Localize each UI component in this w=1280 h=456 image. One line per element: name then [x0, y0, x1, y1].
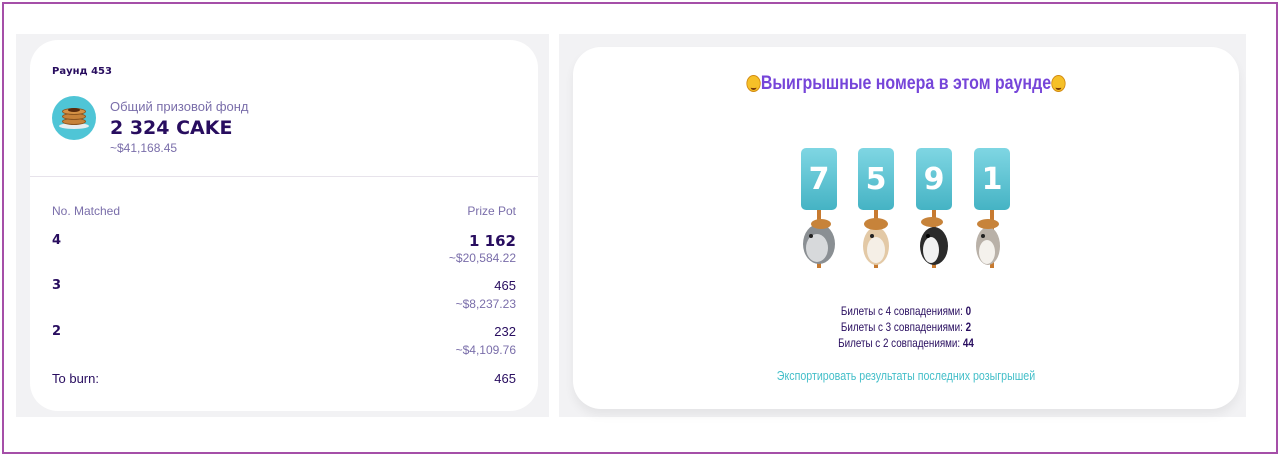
winning-numbers-title: Выигрышные номера в этом раунде	[760, 73, 1052, 94]
column-header-matched: No. Matched	[52, 204, 121, 218]
burn-value: 465	[494, 371, 516, 386]
prize-value-2: 232	[494, 324, 516, 339]
total-prize-pool-value: 2 324 CAKE	[110, 117, 233, 139]
winning-number-3: 9	[916, 148, 952, 210]
matched-count-3: 3	[52, 278, 62, 293]
bunny-mascot-icon	[976, 219, 1000, 265]
stat-label: Билеты с 2 совпадениями:	[838, 336, 963, 350]
winning-number-ticket: 5	[858, 148, 894, 270]
stat-label: Билеты с 4 совпадениями:	[840, 304, 966, 318]
divider	[30, 176, 538, 177]
match-stats: Билеты с 4 совпадениями: 0 Билеты с 3 со…	[573, 303, 1239, 351]
winning-number-1: 7	[801, 148, 837, 210]
prize-pool-card: Раунд 453 Общий призовой фонд 2 324 CAKE…	[30, 40, 538, 411]
stat-label: Билеты с 3 совпадениями:	[840, 320, 966, 334]
bunny-mascot-icon	[920, 217, 948, 265]
export-results-link[interactable]: Экспортировать результаты последних розы…	[633, 368, 1179, 383]
stat-line: Билеты с 2 совпадениями: 44	[633, 335, 1179, 351]
bunny-mascot-icon	[863, 218, 889, 265]
total-prize-pool-usd: ~$41,168.45	[110, 141, 178, 155]
stat-line: Билеты с 3 совпадениями: 2	[633, 319, 1179, 335]
winning-numbers-panel: Выигрышные номера в этом раунде 7 5 9 1 …	[559, 34, 1246, 417]
party-face-icon	[1051, 75, 1066, 92]
party-face-icon	[746, 75, 761, 92]
prize-usd-2: ~$4,109.76	[455, 343, 516, 357]
stat-value: 44	[962, 336, 974, 350]
prize-value-3: 465	[494, 278, 516, 293]
round-label: Раунд 453	[52, 66, 112, 77]
total-prize-pool-label: Общий призовой фонд	[110, 99, 249, 114]
winning-number-2: 5	[858, 148, 894, 210]
bunny-mascot-icon	[803, 219, 835, 264]
winning-number-4: 1	[974, 148, 1010, 210]
matched-count-4: 4	[52, 233, 62, 248]
prize-value-4: 1 162	[469, 232, 516, 250]
stat-line: Билеты с 4 совпадениями: 0	[633, 303, 1179, 319]
winning-numbers-heading: Выигрышные номера в этом раунде	[626, 73, 1185, 95]
cake-icon	[52, 96, 96, 140]
stat-value: 2	[965, 320, 972, 334]
prize-usd-4: ~$20,584.22	[448, 251, 516, 265]
burn-label: To burn:	[52, 371, 99, 386]
prize-pool-panel: Раунд 453 Общий призовой фонд 2 324 CAKE…	[16, 34, 549, 417]
winning-numbers-card: Выигрышные номера в этом раунде 7 5 9 1 …	[573, 47, 1239, 409]
winning-number-ticket: 9	[916, 148, 952, 270]
winning-number-ticket: 7	[801, 148, 837, 270]
column-header-prize-pot: Prize Pot	[467, 204, 516, 218]
matched-count-2: 2	[52, 324, 62, 339]
winning-number-ticket: 1	[974, 148, 1010, 270]
prize-usd-3: ~$8,237.23	[455, 297, 516, 311]
stat-value: 0	[965, 304, 972, 318]
